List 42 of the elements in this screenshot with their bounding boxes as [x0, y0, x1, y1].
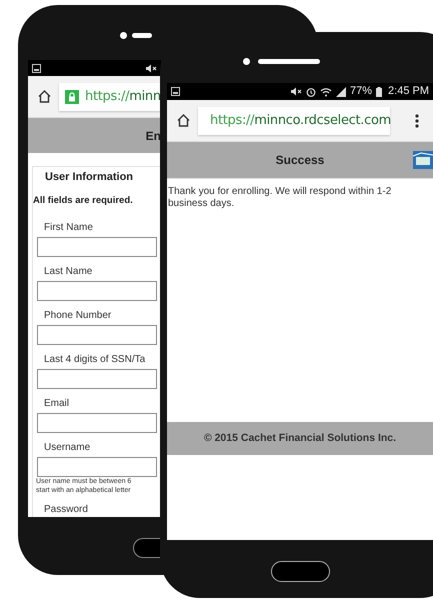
battery-percent: 77%	[350, 84, 372, 100]
form-heading: User Information	[45, 170, 134, 185]
menu-icon[interactable]	[415, 114, 419, 128]
speaker-grille	[132, 33, 152, 38]
picture-thumbnail	[413, 151, 433, 169]
input-field[interactable]	[37, 236, 157, 257]
url-field[interactable]: https://minnco.rdcselect.com	[198, 106, 390, 134]
page-title: Success	[276, 152, 324, 169]
url-field[interactable]: https://minn	[59, 82, 161, 110]
mute-icon	[290, 87, 302, 96]
mute-icon	[145, 64, 157, 72]
field-label: Email	[43, 398, 70, 410]
copyright-text: © 2015 Cachet Financial Solutions Inc.	[204, 430, 396, 446]
field-label: Username	[43, 442, 92, 454]
page-title: En	[146, 128, 161, 144]
url-text: https://minn	[85, 88, 161, 106]
field-label: Phone Number	[43, 310, 112, 322]
home-icon[interactable]	[176, 113, 191, 128]
input-field[interactable]	[37, 368, 157, 389]
input-field[interactable]	[37, 412, 157, 433]
home-button[interactable]	[133, 538, 160, 558]
wifi-icon	[320, 86, 332, 96]
field-label: Last 4 digits of SSN/Ta	[43, 354, 146, 366]
alarm-icon	[306, 86, 316, 96]
confirmation-message: Thank you for enrolling. We will respond within 1-2 business days.	[167, 186, 392, 210]
clock-time: 2:45 PM	[388, 84, 429, 100]
input-field[interactable]	[37, 456, 157, 477]
home-button[interactable]	[271, 561, 330, 582]
lock-icon	[65, 90, 79, 104]
image-icon	[32, 64, 41, 72]
image-icon	[171, 87, 180, 96]
input-field[interactable]	[37, 280, 157, 301]
field-label: Last Name	[43, 266, 94, 278]
signal-icon	[336, 86, 346, 96]
speaker-grille	[258, 59, 320, 64]
home-icon[interactable]	[37, 89, 52, 104]
field-label: First Name	[43, 222, 94, 234]
field-label: Password	[43, 504, 89, 516]
url-text: https://minnco.rdcselect.com	[210, 112, 392, 130]
form-note: All fields are required.	[33, 194, 134, 208]
battery-icon	[376, 86, 382, 96]
input-field[interactable]	[37, 324, 157, 345]
